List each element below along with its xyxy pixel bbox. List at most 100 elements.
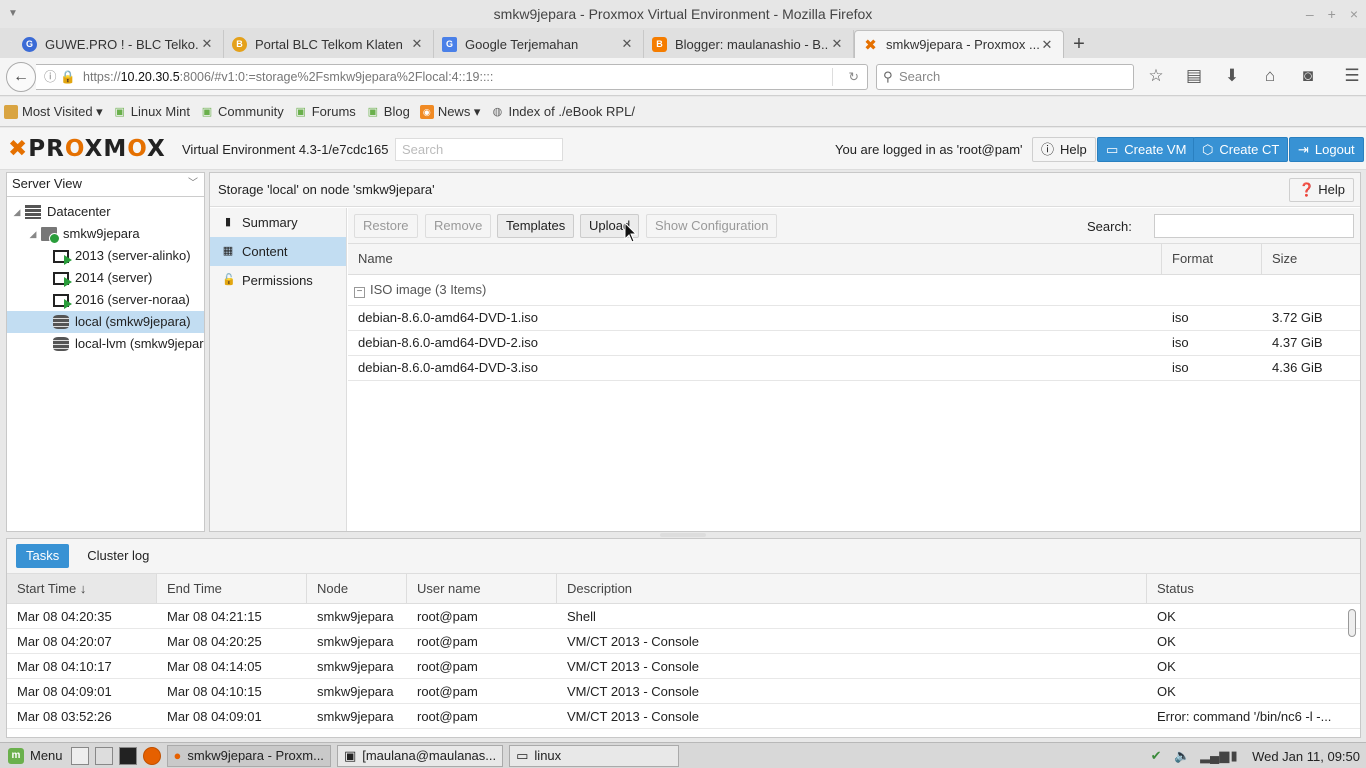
column-status[interactable]: Status: [1147, 574, 1347, 603]
firefox-launcher-icon[interactable]: [142, 746, 161, 765]
browser-tab-proxmox[interactable]: ✖ smkw9jepara - Proxmox ... ✕: [854, 30, 1064, 58]
terminal-launcher-icon[interactable]: [118, 746, 137, 765]
panel-help-button[interactable]: ❓ Help: [1289, 178, 1354, 202]
table-row[interactable]: debian-8.6.0-amd64-DVD-1.iso iso 3.72 Gi…: [348, 306, 1360, 331]
header-help-button[interactable]: ⓘ Help: [1032, 137, 1096, 162]
pocket-icon[interactable]: ◙: [1298, 66, 1318, 86]
table-row[interactable]: debian-8.6.0-amd64-DVD-2.iso iso 4.37 Gi…: [348, 331, 1360, 356]
taskbar-window-folder[interactable]: ▭ linux: [509, 744, 680, 767]
server-view-select[interactable]: Server View ﹀: [7, 173, 204, 197]
collapse-box-icon[interactable]: −: [354, 287, 365, 298]
column-user-name[interactable]: User name: [407, 574, 557, 603]
signal-icon[interactable]: ▂▄▆: [1200, 748, 1229, 764]
browser-search-input[interactable]: ⚲ Search: [876, 64, 1134, 90]
url-bar[interactable]: ⓘ 🔒 https://10.20.30.5:8006/#v1:0:=stora…: [36, 64, 868, 90]
tree-item-datacenter[interactable]: ◢ Datacenter: [7, 201, 204, 223]
taskbar-window-terminal[interactable]: ▣ [maulana@maulanas...: [336, 744, 504, 767]
taskbar-window-firefox[interactable]: ● smkw9jepara - Proxm...: [166, 744, 331, 767]
remove-button[interactable]: Remove: [425, 214, 492, 238]
show-configuration-button[interactable]: Show Configuration: [646, 214, 778, 238]
tab-tasks[interactable]: Tasks: [16, 544, 70, 568]
volume-icon[interactable]: 🔈: [1174, 748, 1190, 764]
close-tab-icon[interactable]: ✕: [829, 36, 845, 52]
column-node[interactable]: Node: [307, 574, 407, 603]
content-toolbar: Restore Remove Templates Upload Show Con…: [348, 208, 1360, 244]
bookmark-linux-mint[interactable]: ▣ Linux Mint: [113, 104, 190, 119]
close-tab-icon[interactable]: ✕: [619, 36, 635, 52]
tree-item-vm-2016[interactable]: 2016 (server-noraa): [7, 289, 204, 311]
cell-end: Mar 08 04:09:01: [167, 709, 262, 724]
home-icon[interactable]: ⌂: [1260, 66, 1280, 86]
minimize-button[interactable]: –: [1306, 0, 1314, 28]
tree-item-vm-2013[interactable]: 2013 (server-alinko): [7, 245, 204, 267]
pve-search-input[interactable]: Search: [395, 138, 563, 161]
clock[interactable]: Wed Jan 11, 09:50: [1252, 749, 1360, 764]
close-tab-icon[interactable]: ✕: [1039, 37, 1055, 53]
collapse-icon[interactable]: ◢: [11, 201, 23, 223]
hamburger-menu-icon[interactable]: ☰: [1342, 66, 1362, 86]
tree-item-vm-2014[interactable]: 2014 (server): [7, 267, 204, 289]
new-tab-button[interactable]: +: [1064, 30, 1094, 58]
cell-end: Mar 08 04:21:15: [167, 609, 262, 624]
back-button[interactable]: ←: [6, 62, 36, 92]
browser-tab-guwe[interactable]: G GUWE.PRO ! - BLC Telko... ✕: [14, 30, 224, 58]
tab-cluster-log[interactable]: Cluster log: [77, 544, 159, 568]
close-window-button[interactable]: ×: [1350, 0, 1358, 28]
cell-start: Mar 08 04:10:17: [17, 659, 112, 674]
reload-icon[interactable]: ↻: [849, 65, 859, 89]
restore-button[interactable]: Restore: [354, 214, 418, 238]
table-row[interactable]: Mar 08 04:09:01 Mar 08 04:10:15 smkw9jep…: [7, 679, 1360, 704]
logout-button[interactable]: ⇥ Logout: [1289, 137, 1364, 162]
column-end-time[interactable]: End Time: [157, 574, 307, 603]
column-description[interactable]: Description: [557, 574, 1147, 603]
reading-list-icon[interactable]: ▤: [1184, 66, 1204, 86]
shield-check-icon[interactable]: ✔: [1148, 748, 1164, 764]
bookmark-community[interactable]: ▣ Community: [200, 104, 284, 119]
column-format[interactable]: Format: [1162, 244, 1262, 274]
tree-item-node[interactable]: ◢ smkw9jepara: [7, 223, 204, 245]
start-menu-button[interactable]: m Menu: [0, 747, 71, 764]
table-row[interactable]: Mar 08 04:20:35 Mar 08 04:21:15 smkw9jep…: [7, 604, 1360, 629]
collapse-icon[interactable]: ◢: [27, 223, 39, 245]
table-row[interactable]: debian-8.6.0-amd64-DVD-3.iso iso 4.36 Gi…: [348, 356, 1360, 381]
browser-tab-blc[interactable]: B Portal BLC Telkom Klaten ✕: [224, 30, 434, 58]
browser-tab-translate[interactable]: G Google Terjemahan ✕: [434, 30, 644, 58]
battery-icon[interactable]: ▮: [1226, 748, 1242, 764]
table-row[interactable]: Mar 08 04:10:17 Mar 08 04:14:05 smkw9jep…: [7, 654, 1360, 679]
create-vm-button[interactable]: ▭ Create VM: [1097, 137, 1196, 162]
subnav-permissions[interactable]: 🔓 Permissions: [210, 266, 346, 295]
bookmark-forums[interactable]: ▣ Forums: [294, 104, 356, 119]
table-row[interactable]: Mar 08 04:20:07 Mar 08 04:20:25 smkw9jep…: [7, 629, 1360, 654]
subnav-summary[interactable]: ▮ Summary: [210, 208, 346, 237]
os-taskbar: m Menu ● smkw9jepara - Proxm... ▣ [maulana…: [0, 742, 1366, 768]
group-header-iso[interactable]: − ISO image (3 Items): [348, 275, 1360, 306]
content-search-input[interactable]: [1154, 214, 1354, 238]
bookmark-ebook-rpl[interactable]: ◍ Index of ./eBook RPL/: [490, 104, 635, 119]
templates-button[interactable]: Templates: [497, 214, 575, 238]
close-tab-icon[interactable]: ✕: [409, 36, 425, 52]
bookmark-star-icon[interactable]: ☆: [1146, 66, 1166, 86]
subnav-content[interactable]: ▦ Content: [210, 237, 346, 266]
maximize-button[interactable]: +: [1328, 0, 1336, 28]
tree-item-storage-local-lvm[interactable]: local-lvm (smkw9jepara): [7, 333, 204, 355]
downloads-icon[interactable]: ⬇: [1222, 66, 1242, 86]
close-tab-icon[interactable]: ✕: [199, 36, 215, 52]
bookmark-news[interactable]: ◉ News ▾: [419, 104, 480, 120]
browser-tab-blogger[interactable]: B Blogger: maulanashio - B... ✕: [644, 30, 854, 58]
file-manager-icon[interactable]: [94, 746, 113, 765]
tree-item-storage-local[interactable]: local (smkw9jepara): [7, 311, 204, 333]
window-menu-icon[interactable]: ▼: [8, 0, 18, 28]
site-info-icon[interactable]: ⓘ 🔒: [44, 70, 76, 84]
column-start-time[interactable]: Start Time ↓: [7, 574, 157, 603]
cell-start: Mar 08 04:20:07: [17, 634, 112, 649]
table-row[interactable]: Mar 08 03:52:26 Mar 08 04:09:01 smkw9jep…: [7, 704, 1360, 729]
create-ct-button[interactable]: ⬡ Create CT: [1193, 137, 1289, 162]
column-size[interactable]: Size: [1262, 244, 1360, 274]
panel-splitter[interactable]: [660, 533, 706, 537]
scrollbar-thumb[interactable]: [1348, 609, 1356, 637]
bookmark-blog[interactable]: ▣ Blog: [366, 104, 410, 119]
column-name[interactable]: Name: [348, 244, 1162, 274]
show-desktop-icon[interactable]: [70, 746, 89, 765]
bookmark-most-visited[interactable]: Most Visited ▾: [4, 104, 103, 120]
tasks-scrollbar[interactable]: [1348, 607, 1358, 735]
